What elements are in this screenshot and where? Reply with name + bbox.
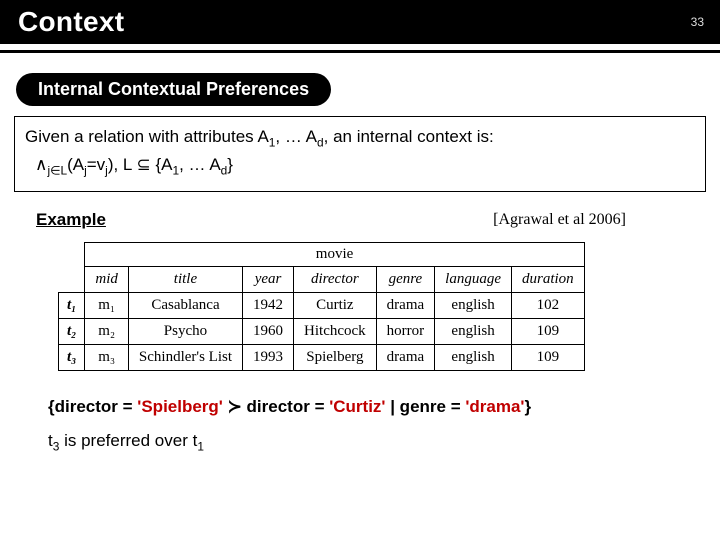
example-label: Example	[36, 210, 106, 230]
definition-line-2: ∧j∈L(Aj=vj), L ⊆ {A1, … Ad}	[35, 153, 695, 179]
col-duration: duration	[512, 267, 585, 293]
table-row: t₁ m₁ Casablanca 1942 Curtiz drama engli…	[59, 293, 585, 319]
slide-title: Context	[18, 6, 124, 38]
preference-expression: {director = 'Spielberg' ≻ director = 'Cu…	[48, 397, 720, 417]
col-director: director	[294, 267, 377, 293]
table-row: t₂ m₂ Psycho 1960 Hitchcock horror engli…	[59, 319, 585, 345]
table-row: t₃ m₃ Schindler's List 1993 Spielberg dr…	[59, 345, 585, 371]
col-genre: genre	[376, 267, 435, 293]
col-title: title	[128, 267, 242, 293]
definition-line-1: Given a relation with attributes A1, … A…	[25, 125, 695, 151]
movie-table: movie mid title year director genre lang…	[58, 242, 720, 371]
title-bar: Context 33	[0, 0, 720, 44]
col-year: year	[243, 267, 294, 293]
section-heading-pill: Internal Contextual Preferences	[16, 73, 331, 106]
conclusion-line: t3 is preferred over t1	[48, 431, 720, 453]
col-mid: mid	[85, 267, 129, 293]
citation: [Agrawal et al 2006]	[493, 211, 626, 229]
definition-box: Given a relation with attributes A1, … A…	[14, 116, 706, 192]
page-number: 33	[691, 15, 704, 29]
table-group-header: movie	[85, 243, 584, 267]
col-language: language	[435, 267, 512, 293]
